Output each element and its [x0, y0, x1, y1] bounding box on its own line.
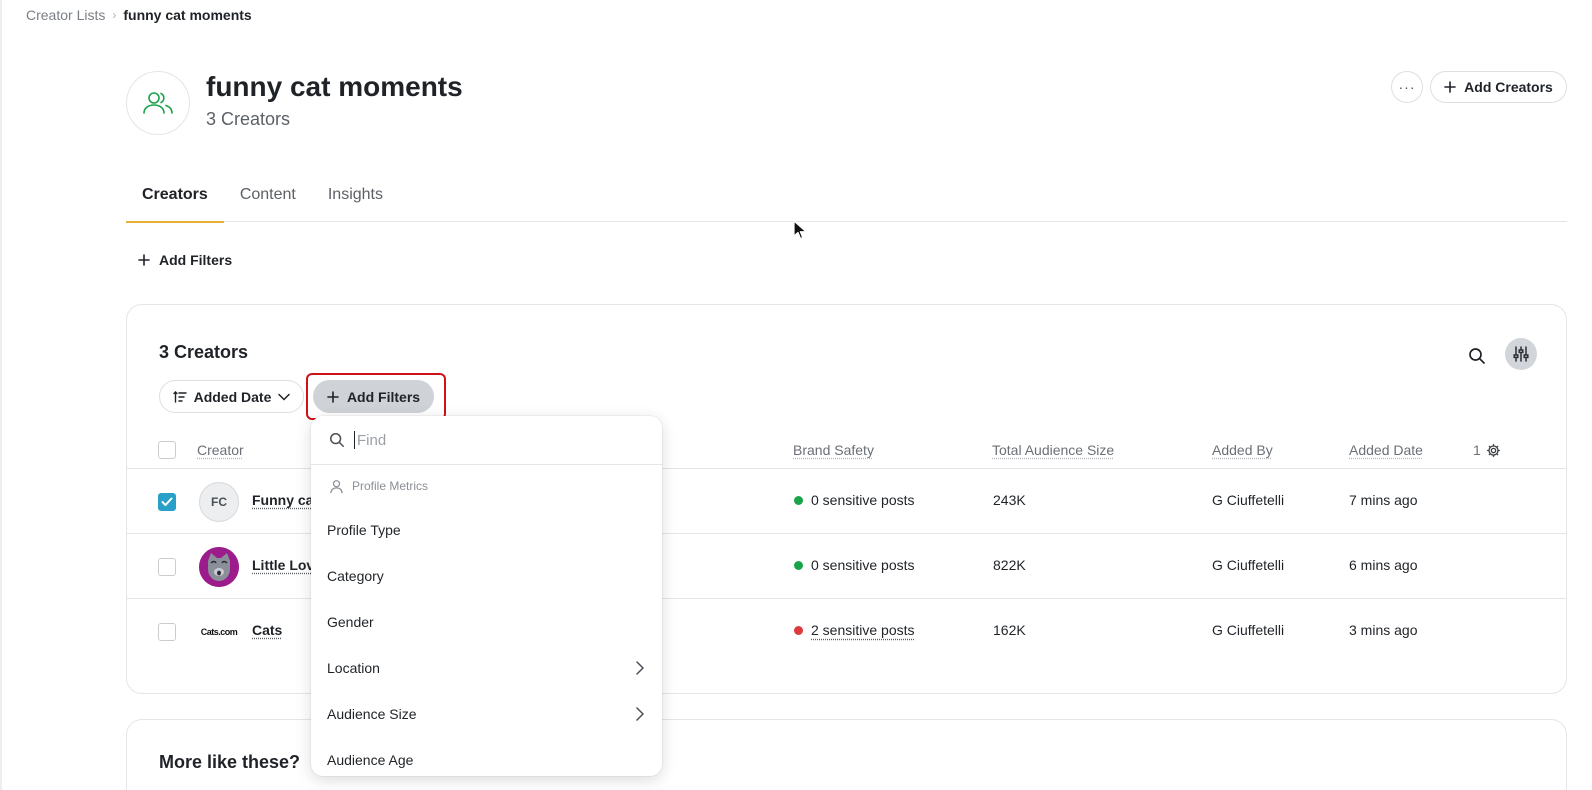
breadcrumb-current: funny cat moments: [123, 7, 252, 23]
filter-option-audience-age[interactable]: Audience Age: [311, 737, 662, 776]
avatar: Cats.com: [200, 627, 238, 637]
added-date-cell: 7 mins ago: [1349, 492, 1418, 508]
row-checkbox[interactable]: [158, 623, 176, 641]
search-icon: [1469, 348, 1485, 364]
user-icon: [330, 479, 343, 493]
added-by-cell: G Ciuffetelli: [1212, 557, 1285, 573]
filter-section-header: Profile Metrics: [311, 465, 662, 507]
creator-name-link[interactable]: Funny ca: [252, 492, 313, 508]
status-dot: [794, 561, 803, 570]
filter-search-input[interactable]: [354, 431, 624, 449]
plus-icon: [327, 390, 339, 403]
brand-safety-text: 0 sensitive posts: [811, 557, 915, 573]
gear-icon[interactable]: [1486, 443, 1501, 458]
added-date-cell: 6 mins ago: [1349, 557, 1418, 573]
breadcrumb-separator: ›: [112, 8, 117, 22]
filter-option-label: Location: [327, 660, 380, 676]
row-checkbox[interactable]: [158, 493, 176, 511]
status-dot: [794, 626, 803, 635]
filter-option-label: Audience Size: [327, 706, 417, 722]
check-icon: [161, 497, 173, 506]
row-checkbox[interactable]: [158, 558, 176, 576]
chevron-right-icon: [636, 661, 644, 675]
page-title: funny cat moments: [206, 71, 463, 102]
filter-option-gender[interactable]: Gender: [311, 599, 662, 645]
added-date-cell: 3 mins ago: [1349, 622, 1418, 638]
column-header-extra: 1: [1473, 442, 1481, 458]
sliders-icon: [1513, 346, 1529, 362]
add-filters-button[interactable]: Add Filters: [313, 380, 434, 413]
avatar: FC: [199, 482, 239, 522]
chevron-right-icon: [636, 707, 644, 721]
filter-section-label: Profile Metrics: [352, 479, 429, 493]
filter-option-label: Category: [327, 568, 384, 584]
added-by-cell: G Ciuffetelli: [1212, 492, 1285, 508]
filter-option-location[interactable]: Location: [311, 645, 662, 691]
add-creators-button[interactable]: Add Creators: [1430, 71, 1567, 103]
page-subtitle: 3 Creators: [206, 109, 291, 129]
table-card-title: 3 Creators: [159, 342, 249, 362]
column-header-creator[interactable]: Creator: [197, 442, 244, 458]
filter-option-label: Audience Age: [327, 752, 414, 768]
column-header-brand-safety[interactable]: Brand Safety: [793, 442, 874, 458]
sort-label: Added Date: [193, 388, 272, 405]
brand-safety-cell[interactable]: 2 sensitive posts: [794, 622, 915, 638]
filter-option-label: Profile Type: [327, 522, 401, 538]
audience-size-cell: 822K: [993, 557, 1026, 573]
cursor-icon: [793, 220, 807, 240]
audience-size-cell: 243K: [993, 492, 1026, 508]
creator-name-link[interactable]: Cats: [252, 622, 282, 638]
plus-icon: [138, 254, 150, 266]
filter-option-category[interactable]: Category: [311, 553, 662, 599]
breadcrumb-root-link[interactable]: Creator Lists: [26, 7, 105, 23]
users-icon: [143, 92, 173, 114]
creator-name-link[interactable]: Little Lov: [252, 557, 314, 573]
add-creators-label: Add Creators: [1464, 79, 1553, 95]
table-view-settings-button[interactable]: [1505, 338, 1537, 370]
left-divider: [0, 0, 2, 790]
brand-safety-cell: 0 sensitive posts: [794, 492, 915, 508]
more-like-title: More like these?: [159, 752, 301, 772]
plus-icon: [1444, 81, 1456, 93]
tab-content[interactable]: Content: [224, 168, 312, 222]
column-header-added-by[interactable]: Added By: [1212, 442, 1273, 458]
filter-search-bar: [311, 416, 662, 465]
added-by-cell: G Ciuffetelli: [1212, 622, 1285, 638]
add-filters-label: Add Filters: [346, 388, 421, 405]
filter-option-label: Gender: [327, 614, 374, 630]
tab-creators[interactable]: Creators: [126, 168, 224, 223]
tab-bar: Creators Content Insights: [126, 168, 1567, 223]
filter-option-audience-size[interactable]: Audience Size: [311, 691, 662, 737]
status-dot: [794, 496, 803, 505]
filter-option-profile-type[interactable]: Profile Type: [311, 507, 662, 553]
brand-safety-text: 0 sensitive posts: [811, 492, 915, 508]
brand-safety-cell: 0 sensitive posts: [794, 557, 915, 573]
top-add-filters-label: Add Filters: [159, 252, 233, 268]
sort-icon: [172, 390, 187, 403]
search-icon: [330, 433, 344, 447]
tab-insights[interactable]: Insights: [312, 168, 399, 222]
column-header-added-date[interactable]: Added Date: [1349, 442, 1423, 458]
table-search-button[interactable]: [1461, 340, 1493, 372]
cat-avatar-icon: [199, 547, 239, 587]
select-all-checkbox[interactable]: [158, 441, 176, 459]
filter-dropdown-menu: Profile Metrics Profile Type Category Ge…: [311, 416, 662, 776]
list-avatar: [126, 71, 190, 135]
brand-safety-text: 2 sensitive posts: [811, 622, 915, 638]
top-add-filters-button[interactable]: Add Filters: [138, 252, 232, 268]
column-header-audience-size[interactable]: Total Audience Size: [992, 442, 1114, 458]
breadcrumb: Creator Lists › funny cat moments: [26, 7, 252, 23]
more-options-button[interactable]: ···: [1391, 71, 1423, 103]
chevron-down-icon: [278, 393, 291, 401]
avatar: [199, 547, 239, 587]
sort-dropdown-button[interactable]: Added Date: [159, 380, 304, 413]
audience-size-cell: 162K: [993, 622, 1026, 638]
